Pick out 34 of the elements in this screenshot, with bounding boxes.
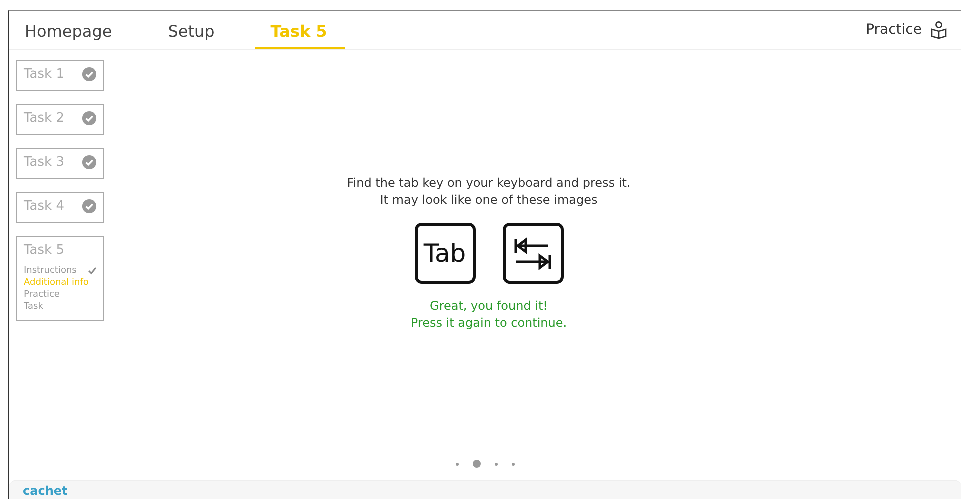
- check-circle-icon: [82, 199, 97, 214]
- task-card[interactable]: Task 5 Instructions Additional info Practice Task: [16, 236, 104, 321]
- tab-key: Tab: [414, 223, 476, 284]
- check-circle-icon: [82, 155, 97, 170]
- task-card[interactable]: Task 4: [16, 192, 104, 223]
- nav-tab[interactable]: Homepage: [9, 11, 130, 49]
- task-label: Task 3: [24, 155, 64, 170]
- page-dot[interactable]: [473, 460, 481, 468]
- task-card[interactable]: Task 1: [16, 60, 104, 91]
- instruction-text: It may look like one of these images: [380, 192, 598, 209]
- mode-label: Practice: [866, 22, 922, 38]
- instruction-text: Find the tab key on your keyboard and press it.: [347, 175, 631, 192]
- task-label: Task 2: [24, 111, 64, 126]
- page-dot[interactable]: [495, 462, 498, 466]
- logo: cachet: [23, 484, 68, 498]
- tab-key-icon: [502, 223, 564, 284]
- task-label: Task 4: [24, 199, 64, 214]
- check-circle-icon: [82, 67, 97, 82]
- step-item[interactable]: Task: [24, 302, 44, 312]
- step-item[interactable]: Instructions: [24, 266, 77, 276]
- feedback-text: Great, you found it!: [430, 298, 548, 315]
- nav-tab[interactable]: Task 5: [254, 11, 346, 49]
- person-reading-icon: [930, 21, 948, 39]
- task-label: Task 1: [24, 67, 64, 82]
- nav-tab[interactable]: Setup: [152, 11, 233, 49]
- task-card[interactable]: Task 2: [16, 104, 104, 135]
- feedback-text: Press it again to continue.: [410, 315, 568, 332]
- page-dot[interactable]: [512, 462, 515, 466]
- step-item[interactable]: Practice: [24, 290, 60, 300]
- check-circle-icon: [82, 111, 97, 126]
- task-card[interactable]: Task 3: [16, 148, 104, 179]
- page-dot[interactable]: [456, 462, 459, 466]
- step-item[interactable]: Additional info: [24, 278, 89, 288]
- task-label: Task 5: [24, 243, 64, 258]
